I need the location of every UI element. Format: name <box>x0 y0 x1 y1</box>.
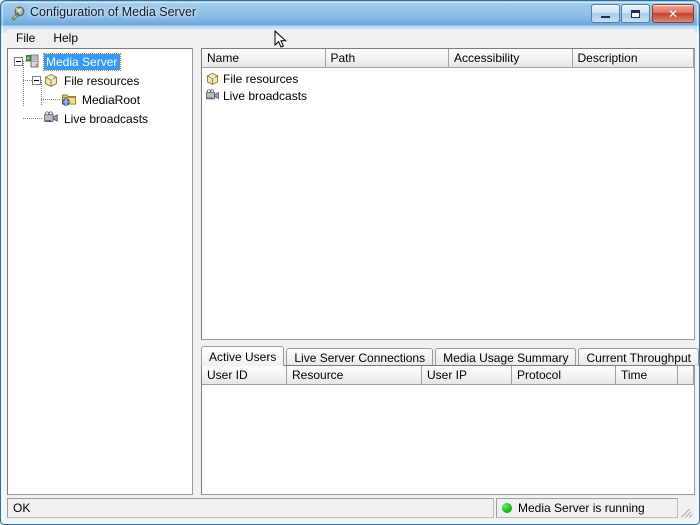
resource-list-header: Name Path Accessibility Description <box>202 49 694 68</box>
server-status-label: Media Server is running <box>518 501 645 515</box>
tree-node-label: MediaRoot <box>82 93 141 107</box>
menu-item-file[interactable]: File <box>7 29 44 48</box>
video-camera-icon <box>43 110 59 126</box>
window-title: Configuration of Media Server <box>30 5 197 19</box>
maximize-icon <box>622 5 649 22</box>
tree-node-label: Media Server <box>42 53 122 71</box>
active-users-list-header: User ID Resource User IP Protocol Time <box>202 366 694 385</box>
tab-active-users[interactable]: Active Users <box>201 346 285 366</box>
resource-tree: Media Server File resources MediaRoot Live … <box>8 49 192 128</box>
tree-connector-line <box>41 99 61 100</box>
tree-connector-line <box>23 118 43 119</box>
tree-node-label: Live broadcasts <box>64 112 149 126</box>
column-header[interactable]: Accessibility <box>449 49 573 68</box>
column-header[interactable]: Time <box>616 366 678 385</box>
package-box-icon <box>205 71 220 86</box>
table-row[interactable]: Live broadcasts <box>202 87 694 104</box>
title-bar[interactable]: Configuration of Media Server ✕ <box>1 1 700 28</box>
status-message: OK <box>7 498 494 518</box>
application-window: Configuration of Media Server ✕ File Hel… <box>0 0 700 525</box>
table-row[interactable]: File resources <box>202 70 694 87</box>
close-icon: ✕ <box>667 6 679 21</box>
tree-expander-collapse-icon[interactable] <box>32 76 41 85</box>
server-icon <box>25 53 41 69</box>
monitor-tab-control: Active Users Live Server Connections Media… <box>201 346 699 495</box>
status-led-icon <box>502 503 512 513</box>
video-camera-icon <box>205 88 220 103</box>
tree-node[interactable]: Media Server <box>8 52 192 71</box>
resource-list-body: File resources Live broadcasts <box>202 68 694 104</box>
column-header[interactable]: User ID <box>202 366 287 385</box>
column-header[interactable]: Name <box>202 49 326 68</box>
tab-live-server-connections[interactable]: Live Server Connections <box>286 348 434 366</box>
wrench-gear-icon <box>9 6 25 22</box>
right-pane: Name Path Accessibility Description File re… <box>197 48 699 495</box>
column-header[interactable]: User IP <box>422 366 512 385</box>
tab-media-usage-summary[interactable]: Media Usage Summary <box>435 348 577 366</box>
column-header[interactable] <box>678 366 694 385</box>
menu-item-help[interactable]: Help <box>44 29 87 48</box>
tree-connector-line <box>41 80 42 106</box>
column-header[interactable]: Protocol <box>512 366 616 385</box>
tree-node[interactable]: File resources <box>8 71 192 90</box>
minimize-icon <box>592 5 619 22</box>
cell-name: Live broadcasts <box>223 88 308 103</box>
tree-expander-collapse-icon[interactable] <box>14 57 23 66</box>
client-area: Media Server File resources MediaRoot Live … <box>7 48 699 497</box>
column-header[interactable]: Description <box>572 49 694 68</box>
cell-name: File resources <box>223 71 299 86</box>
resource-list-view[interactable]: Name Path Accessibility Description File re… <box>201 48 695 340</box>
minimize-button[interactable] <box>591 4 620 23</box>
column-header[interactable]: Resource <box>287 366 422 385</box>
tree-node-label: File resources <box>64 74 140 88</box>
column-header[interactable]: Path <box>325 49 449 68</box>
package-box-icon <box>43 72 59 88</box>
tree-node[interactable]: MediaRoot <box>8 90 192 109</box>
tab-strip: Active Users Live Server Connections Media… <box>201 346 699 366</box>
server-status-indicator: Media Server is running <box>496 498 678 518</box>
shared-folder-icon <box>61 91 77 107</box>
tree-connector-line <box>23 61 24 106</box>
menu-bar: File Help <box>7 29 695 48</box>
tree-connector-line <box>23 80 32 81</box>
active-users-list-view[interactable]: User ID Resource User IP Protocol Time <box>201 365 695 495</box>
resize-grip-icon[interactable] <box>680 504 694 518</box>
maximize-button[interactable] <box>621 4 650 23</box>
status-bar: OK Media Server is running <box>7 498 695 519</box>
tab-current-throughput[interactable]: Current Throughput <box>578 348 699 366</box>
resource-tree-panel[interactable]: Media Server File resources MediaRoot Live … <box>7 48 193 495</box>
close-button[interactable]: ✕ <box>652 4 694 23</box>
active-users-list-body <box>202 385 694 387</box>
